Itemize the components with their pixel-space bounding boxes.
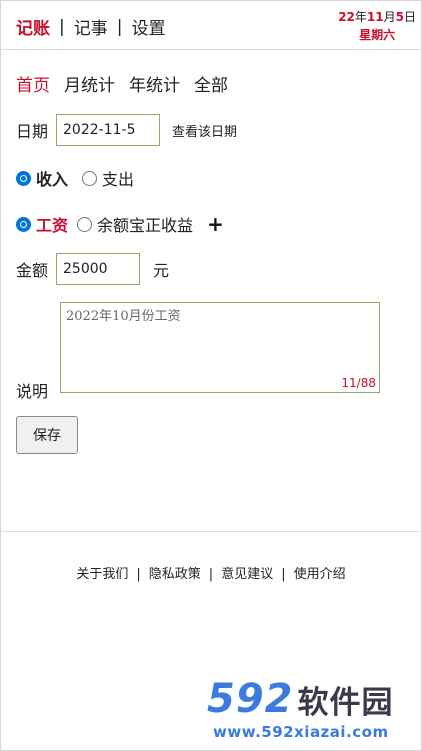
date-row: 日期 查看该日期 [16,114,237,146]
tab-all[interactable]: 全部 [194,71,228,96]
date-year: 22 [338,10,355,24]
radio-income-label: 收入 [36,170,69,189]
radio-yuebao-label: 余额宝正收益 [97,216,194,235]
date-month-unit: 月 [383,10,396,24]
tab-home[interactable]: 首页 [16,71,50,96]
date-input[interactable] [56,114,161,146]
amount-row: 金额 元 [16,253,169,285]
date-month: 11 [366,10,384,24]
radio-salary[interactable]: 工资 [16,212,68,236]
date-line: 22年11月5日 [338,8,416,26]
watermark-url: www.592xiazai.com [213,723,389,741]
nav-bookkeeping[interactable]: 记账 [16,14,50,39]
amount-unit: 元 [153,261,170,280]
weekday: 星期六 [359,28,396,42]
footer-guide[interactable]: 使用介绍 [294,567,346,582]
date-label: 日期 [16,122,49,141]
date-day-unit: 日 [403,10,416,24]
watermark-number: 592 [207,676,294,722]
radio-expense[interactable]: 支出 [82,166,134,190]
footer-separator: | [281,567,286,582]
nav-settings[interactable]: 设置 [131,14,165,39]
nav-separator: | [59,16,65,37]
category-row: 工资 余额宝正收益 + [16,212,224,236]
amount-input[interactable] [56,253,141,285]
tab-monthly-stats[interactable]: 月统计 [64,71,115,96]
date-year-unit: 年 [354,10,367,24]
radio-salary-dot[interactable] [16,216,31,232]
footer-divider [0,531,422,532]
nav-notes[interactable]: 记事 [74,14,108,39]
nav-separator: | [116,16,123,37]
watermark: 592 软件园 www.592xiazai.com [207,675,419,747]
radio-salary-label: 工资 [36,216,69,235]
footer-separator: | [208,567,214,582]
radio-expense-label: 支出 [102,170,135,189]
tab-yearly-stats[interactable]: 年统计 [129,71,180,96]
footer-about[interactable]: 关于我们 [76,567,128,582]
date-day: 5 [395,10,404,24]
radio-expense-dot[interactable] [82,170,98,186]
radio-yuebao-dot[interactable] [77,216,93,232]
top-nav: 记账 | 记事 | 设置 [16,14,165,40]
desc-label: 说明 [16,382,49,401]
add-category-button[interactable]: + [207,212,224,236]
radio-income[interactable]: 收入 [16,166,68,190]
desc-text: 2022年10月份工资 [66,309,181,324]
watermark-text: 软件园 [297,684,394,721]
footer-feedback[interactable]: 意见建议 [221,567,273,582]
footer-separator: | [136,567,141,582]
current-date: 22年11月5日 星期六 [338,8,416,44]
footer-links: 关于我们 | 隐私政策 | 意见建议 | 使用介绍 [0,563,422,582]
type-row: 收入 支出 [16,166,134,190]
watermark-logo: 592 软件园 [207,675,419,723]
footer-privacy[interactable]: 隐私政策 [149,567,201,582]
desc-char-count: 11/88 [341,376,376,390]
radio-yuebao[interactable]: 余额宝正收益 [77,212,193,236]
sub-tabs: 首页 月统计 年统计 全部 [16,71,228,96]
view-date-link[interactable]: 查看该日期 [172,121,237,140]
header-divider [0,49,422,50]
save-button[interactable]: 保存 [16,416,78,454]
radio-income-dot[interactable] [16,170,31,186]
amount-label: 金额 [16,261,49,280]
desc-textarea[interactable]: 2022年10月份工资 11/88 [60,302,380,393]
